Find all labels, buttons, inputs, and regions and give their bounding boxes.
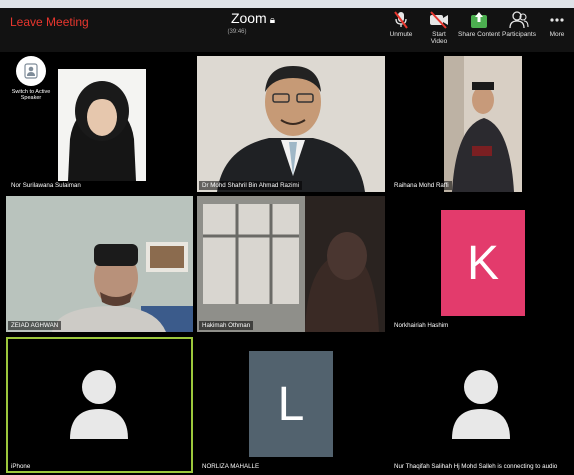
more-label: More <box>549 31 565 38</box>
participant-tile[interactable]: Hakimah Othman <box>197 196 385 332</box>
participant-name: Hakimah Othman <box>199 321 254 330</box>
avatar: K <box>441 210 525 316</box>
participant-tile[interactable]: L NORLIZA MAHALLE <box>197 337 385 473</box>
participant-name: iPhone <box>8 462 34 471</box>
more-icon <box>550 18 564 22</box>
meeting-title: Zoom 🔒︎ <box>218 10 288 26</box>
participant-tile[interactable]: Raihana Mohd Raffi <box>389 56 574 192</box>
participant-video <box>444 56 522 192</box>
meeting-title-text: Zoom <box>230 10 267 26</box>
participant-video <box>197 56 385 192</box>
participant-tile[interactable]: ZEIAD AGHWAN <box>6 196 193 332</box>
share-content-button[interactable]: Share Content <box>458 8 500 48</box>
top-toolbar: Leave Meeting Zoom 🔒︎ (39:46) Unmute Star… <box>0 8 574 52</box>
share-icon <box>471 12 487 28</box>
participant-tile[interactable]: Switch to Active Speaker Nor Surilawana … <box>6 56 193 192</box>
avatar: L <box>249 351 333 457</box>
participant-video <box>197 196 385 332</box>
meeting-duration: (39:46) <box>227 29 247 35</box>
participant-name: Nur Thaqifah Salihah Hj Mohd Salleh is c… <box>391 462 561 471</box>
switch-active-speaker-button[interactable]: Switch to Active Speaker <box>11 56 51 101</box>
unmute-label: Unmute <box>389 31 413 38</box>
participant-tile[interactable]: Dr Mohd Shahril Bin Ahmad Razimi <box>197 56 385 192</box>
more-button[interactable]: More <box>544 8 570 48</box>
video-off-icon <box>430 11 448 29</box>
switch-speaker-label: Switch to Active Speaker <box>11 89 51 101</box>
participant-name: Raihana Mohd Raffi <box>391 181 452 190</box>
zoom-meeting-window: Leave Meeting Zoom 🔒︎ (39:46) Unmute Star… <box>0 8 574 475</box>
participants-icon <box>509 11 529 29</box>
leave-meeting-button[interactable]: Leave Meeting <box>10 15 89 29</box>
start-video-button[interactable]: Start Video <box>423 8 455 48</box>
participants-button[interactable]: Participants <box>502 8 536 48</box>
participant-name: Norkhairiah Hashim <box>391 321 452 330</box>
participant-name: Nor Surilawana Sulaiman <box>8 181 84 190</box>
lock-icon: 🔒︎ <box>269 15 276 26</box>
participant-name: NORLIZA MAHALLE <box>199 462 263 471</box>
switch-speaker-icon <box>16 56 46 86</box>
participant-tile-active[interactable]: iPhone <box>6 337 193 473</box>
participant-name: Dr Mohd Shahril Bin Ahmad Razimi <box>199 181 302 190</box>
share-content-label: Share Content <box>458 31 500 38</box>
participants-label: Participants <box>502 31 536 38</box>
user-silhouette-icon <box>452 370 510 439</box>
participant-tile[interactable]: Nur Thaqifah Salihah Hj Mohd Salleh is c… <box>389 337 574 473</box>
participant-tile[interactable]: K Norkhairiah Hashim <box>389 196 574 332</box>
participant-video <box>6 196 193 332</box>
participant-name: ZEIAD AGHWAN <box>8 321 62 330</box>
participant-video <box>58 69 146 181</box>
start-video-label: Start Video <box>430 31 448 45</box>
unmute-button[interactable]: Unmute <box>387 8 415 48</box>
user-silhouette-icon <box>70 370 128 439</box>
mic-muted-icon <box>394 11 408 29</box>
